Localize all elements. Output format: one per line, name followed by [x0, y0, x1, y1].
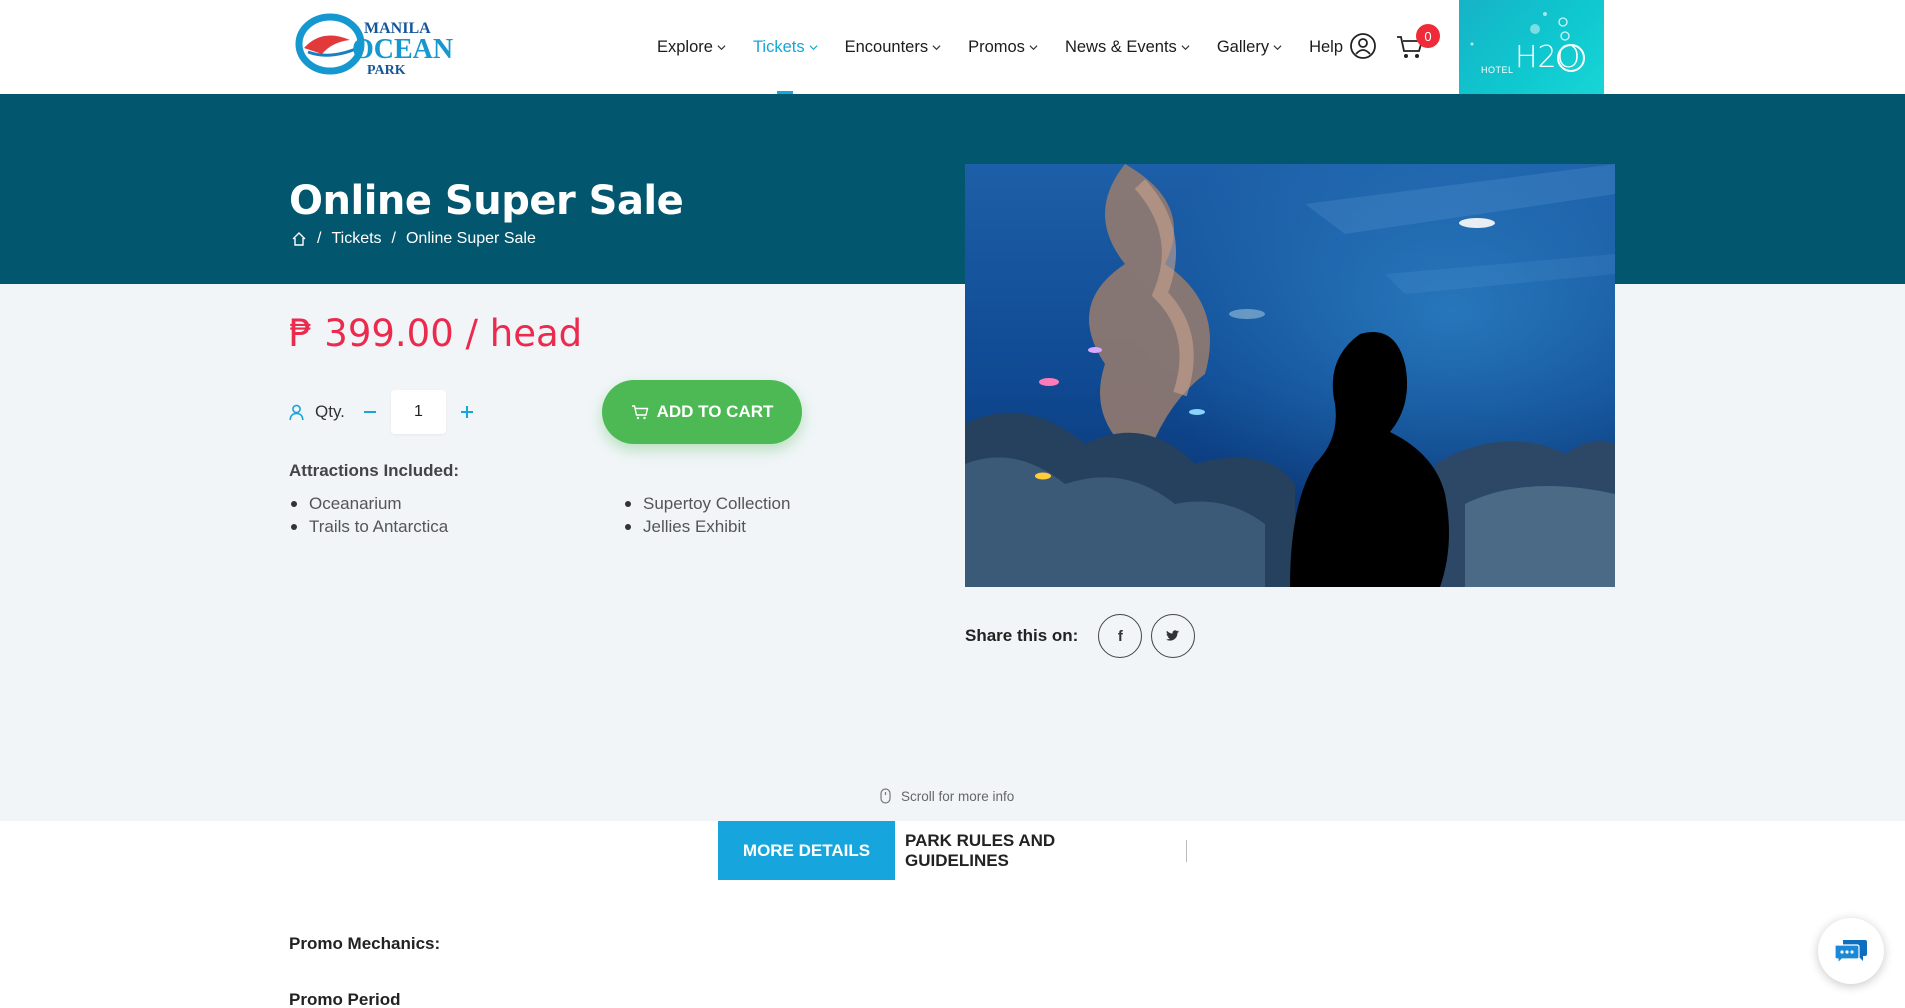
cart-count-badge: 0 [1416, 24, 1440, 48]
nav-label: Promos [968, 37, 1025, 56]
manila-ocean-park-logo[interactable]: MANILA OCEAN PARK [292, 8, 468, 78]
svg-text:PARK: PARK [367, 63, 406, 78]
attractions-list: Oceanarium Trails to Antarctica [289, 492, 448, 538]
nav-label: Explore [657, 37, 713, 56]
breadcrumb-separator: / [317, 230, 322, 247]
promo-period-heading: Promo Period [289, 990, 401, 1008]
nav-item-help[interactable]: Help [1309, 0, 1343, 94]
scroll-hint: Scroll for more info [880, 788, 1014, 804]
chevron-down-icon [1181, 44, 1190, 50]
share-bar: Share this on: f [965, 614, 1204, 658]
add-to-cart-button[interactable]: ADD TO CART [602, 380, 802, 444]
chat-button[interactable] [1818, 918, 1884, 984]
qty-decrement-button[interactable] [359, 401, 381, 423]
svg-text:OCEAN: OCEAN [352, 34, 453, 65]
nav-item-explore[interactable]: Explore [657, 0, 726, 94]
nav-item-tickets[interactable]: Tickets [753, 0, 818, 94]
nav-label: Tickets [752, 37, 805, 56]
page-title: Online Super Sale [289, 178, 684, 224]
person-icon [289, 404, 304, 420]
chevron-down-icon [809, 44, 818, 50]
twitter-share-button[interactable] [1151, 614, 1196, 658]
promo-mechanics-heading: Promo Mechanics: [289, 934, 441, 953]
home-icon[interactable] [291, 231, 307, 247]
breadcrumb-current: Online Super Sale [405, 230, 536, 247]
twitter-icon [1166, 630, 1180, 641]
site-header: MANILA OCEAN PARK Explore Tickets Encoun… [0, 0, 1905, 94]
qty-increment-button[interactable] [456, 401, 478, 423]
nav-item-encounters[interactable]: Encounters [845, 0, 941, 94]
breadcrumb: / Tickets / Online Super Sale [291, 230, 536, 248]
chat-icon [1834, 940, 1867, 965]
chevron-down-icon [717, 44, 726, 50]
tab-divider [1186, 840, 1187, 862]
nav-item-news-events[interactable]: News & Events [1065, 0, 1190, 94]
mouse-icon [880, 788, 891, 804]
nav-label: Encounters [844, 37, 929, 56]
hotel-name: H2O [1515, 40, 1581, 75]
account-icon[interactable] [1349, 32, 1377, 65]
aquarium-photo [965, 164, 1615, 587]
share-label: Share this on: [965, 626, 1079, 645]
qty-label: Qty. [315, 402, 345, 421]
quantity-row: Qty. [289, 390, 478, 434]
breadcrumb-separator: / [391, 230, 396, 247]
main-nav: Explore Tickets Encounters Promos News &… [657, 0, 1343, 94]
facebook-share-button[interactable]: f [1098, 614, 1143, 658]
attraction-item: Supertoy Collection [623, 492, 790, 515]
nav-label: Help [1309, 37, 1344, 56]
attractions-list: Supertoy Collection Jellies Exhibit [623, 492, 790, 538]
nav-label: Gallery [1216, 37, 1270, 56]
attraction-item: Jellies Exhibit [623, 515, 790, 538]
qty-input[interactable] [390, 390, 446, 434]
breadcrumb-tickets[interactable]: Tickets [331, 230, 381, 248]
chevron-down-icon [1273, 44, 1282, 50]
chevron-down-icon [932, 44, 941, 50]
facebook-icon: f [1117, 627, 1123, 645]
scroll-hint-text: Scroll for more info [901, 788, 1015, 804]
tab-more-details[interactable]: MORE DETAILS [718, 821, 895, 880]
tab-park-rules[interactable]: PARK RULES AND GUIDELINES [905, 821, 1081, 880]
page-banner [0, 94, 1905, 284]
nav-label: News & Events [1064, 37, 1177, 56]
ticket-price: ₱ 399.00 / head [289, 312, 583, 355]
add-to-cart-label: ADD TO CART [656, 402, 774, 421]
nav-item-gallery[interactable]: Gallery [1217, 0, 1282, 94]
attraction-item: Trails to Antarctica [289, 515, 448, 538]
chevron-down-icon [1029, 44, 1038, 50]
cart-icon [631, 405, 648, 420]
nav-item-promos[interactable]: Promos [968, 0, 1038, 94]
hotel-h2o-link[interactable]: HOTEL H2O [1459, 0, 1604, 94]
attraction-item: Oceanarium [289, 492, 448, 515]
hotel-label: HOTEL [1481, 65, 1514, 75]
attractions-title: Attractions Included: [289, 461, 460, 480]
